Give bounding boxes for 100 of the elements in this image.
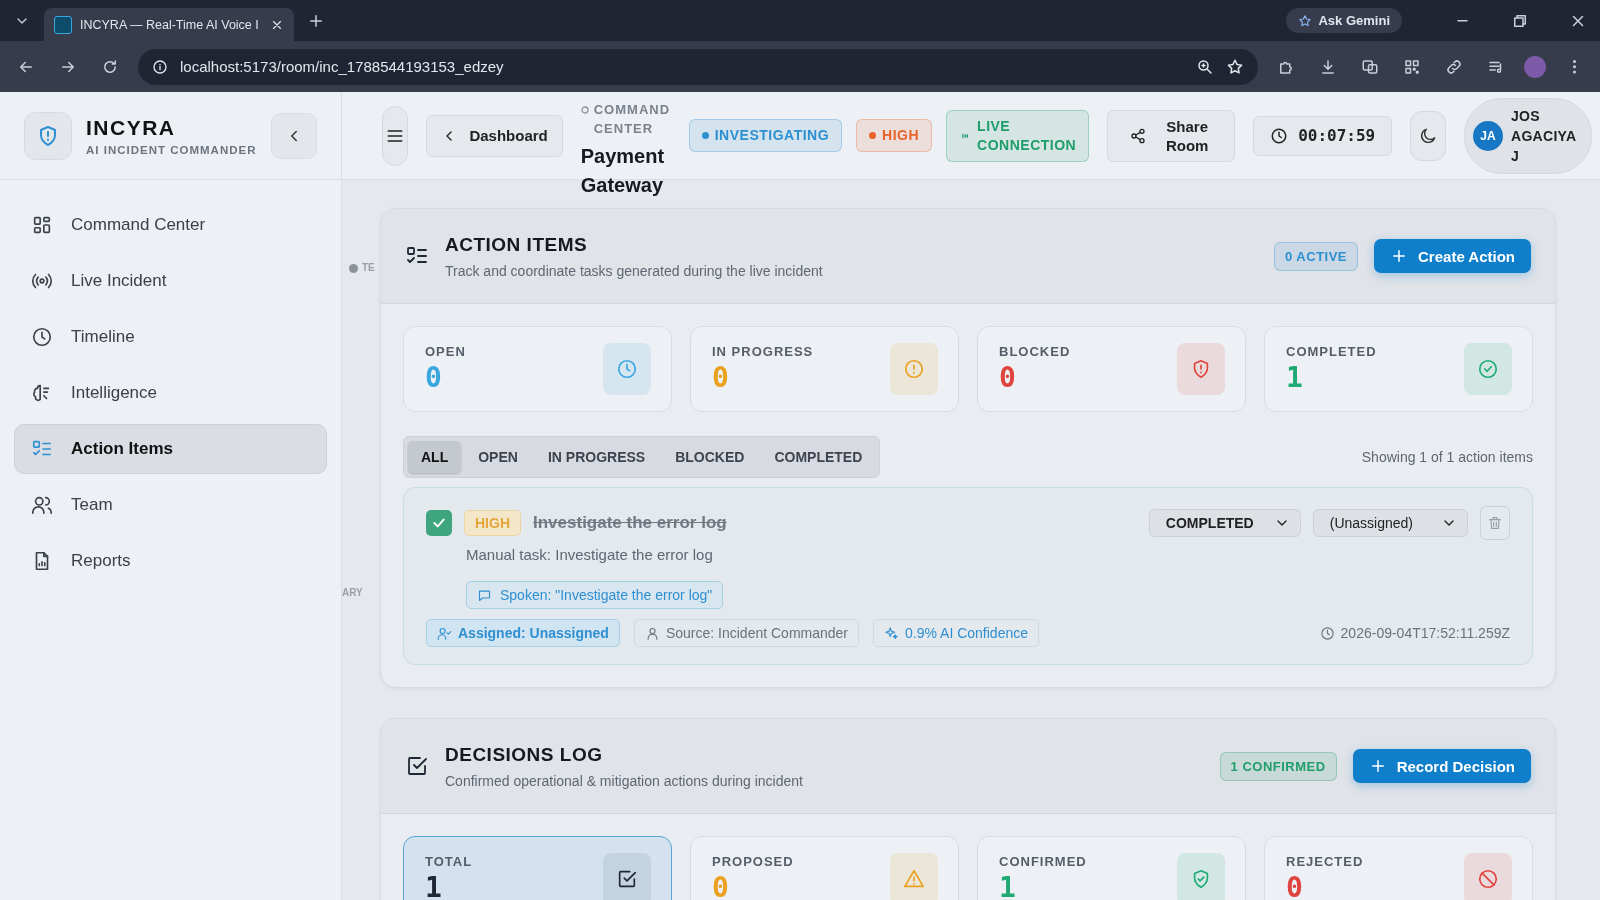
priority-badge: HIGH [464,510,521,536]
timestamp: 2026-09-04T17:52:11.259Z [1319,625,1510,641]
sparkle-icon [884,625,899,641]
record-decision-button[interactable]: Record Decision [1352,749,1531,783]
clock-icon [616,358,638,380]
stat-label: TOTAL [425,854,474,869]
source-tag: Source: Incident Commander [633,619,859,647]
status-badge: HIGH [856,119,933,152]
status-dropdown[interactable]: COMPLETED [1148,509,1301,537]
checkbox[interactable] [426,510,452,536]
confidence-tag: 0.9% AI Confidence [873,619,1039,647]
chat-icon [477,587,492,603]
qr-icon [1403,57,1421,76]
clock-icon [1270,126,1289,145]
stat-value: 0 [1286,871,1304,900]
address-bar[interactable]: localhost:5173/room/inc_1788544193153_edzey [138,48,1258,85]
stat-label: CONFIRMED [999,854,1088,869]
section-subtitle: Confirmed operational & mitigation actions during incident [445,772,804,789]
star-icon [1298,13,1313,28]
sidebar-item[interactable]: Intelligence [14,368,327,418]
dashboard-button[interactable]: Dashboard [426,114,563,157]
warning-icon [903,868,925,890]
minimize-icon [1457,19,1467,22]
section-subtitle: Track and coordinate tasks generated during the live incident [445,262,824,279]
clock-icon [31,326,53,348]
results-count: Showing 1 of 1 action items [1361,449,1533,465]
info-icon [152,58,168,75]
user-menu-button[interactable]: JA JOS AGACIYA J [1464,97,1592,174]
check-square-icon [616,868,638,890]
sidebar-item[interactable]: Timeline [14,312,327,362]
canvas-label: ARY [342,587,363,598]
filter-tab[interactable]: ALL [408,441,462,473]
transcript-quote: Spoken: "Investigate the error log" [466,581,724,609]
action-item-title: Investigate the error log [533,513,727,533]
brand-tagline: AI INCIDENT COMMANDER [86,143,257,156]
reload-icon [101,57,119,76]
user-check-icon [437,625,452,641]
filter-tab[interactable]: OPEN [465,441,531,473]
stat-label: OPEN [425,344,467,359]
share-icon [1130,127,1147,144]
status-badge: INVESTIGATING [688,119,843,152]
sidebar-item[interactable]: Live Incident [14,256,327,306]
link-icon [1445,57,1463,76]
ban-icon [1477,868,1499,890]
check-circle-icon [1477,358,1499,380]
filter-tab[interactable]: IN PROGRESS [534,441,659,473]
create-action-button[interactable]: Create Action [1374,239,1531,273]
sidebar-item[interactable]: Reports [14,536,327,586]
stat-value: 1 [425,871,443,900]
stat-value: 0 [712,361,730,394]
section-title: DECISIONS LOG [445,743,604,766]
share-room-button[interactable]: Share Room [1107,109,1236,162]
stat-label: BLOCKED [999,344,1072,359]
theme-toggle-button[interactable] [1410,110,1446,161]
status-dot [701,132,709,139]
stat-value: 1 [999,871,1017,900]
count-badge: 1 CONFIRMED [1219,751,1337,781]
grid-icon [31,214,53,236]
incident-title: Payment Gateway [580,144,666,198]
filter-tab[interactable]: BLOCKED [662,441,758,473]
people-icon [31,494,53,516]
brand-name: INCYRA [86,115,177,140]
assignee-dropdown[interactable]: (Unassigned) [1312,509,1468,537]
stat-value: 0 [999,361,1017,394]
stat-label: IN PROGRESS [712,344,815,359]
section-eyebrow: COMMAND CENTER [593,101,671,138]
stat-value: 0 [712,871,730,900]
graph-node [349,264,358,273]
canvas-label: TE [362,262,375,273]
translate-icon [1361,57,1379,76]
trash-icon [1487,515,1503,531]
dot-icon [580,106,589,114]
action-item-description: Manual task: Investigate the error log [466,546,714,563]
check-square-icon [405,754,429,778]
section-title: ACTION ITEMS [445,233,589,256]
more-icon [1572,59,1576,74]
status-badge: LIVE CONNECTION [946,109,1090,162]
sidebar-item[interactable]: Team [14,480,327,530]
stat-label: COMPLETED [1286,344,1378,359]
favicon-icon [54,15,72,34]
assistant-button[interactable]: Ask Gemini [1286,8,1402,33]
download-icon [1319,57,1337,76]
browser-tab[interactable]: INCYRA — Real-Time AI Voice I [44,8,294,41]
sidebar-item[interactable]: Action Items [14,424,327,474]
status-dot [869,132,877,139]
user-icon [644,625,660,641]
zoom-icon [1196,57,1214,76]
stat-label: REJECTED [1286,854,1365,869]
stat-value: 1 [1286,361,1304,394]
star-icon [1226,57,1244,76]
stat-value: 0 [425,361,443,394]
sidebar-item[interactable]: Command Center [14,200,327,250]
count-badge: 0 ACTIVE [1274,241,1359,271]
alert-icon [903,358,925,380]
filter-tab[interactable]: COMPLETED [761,441,876,473]
elapsed-timer: 00:07:59 [1253,115,1393,156]
stat-label: PROPOSED [712,854,795,869]
clock-icon [1319,625,1335,641]
assignee-tag: Assigned: Unassigned [426,619,620,647]
menu-button[interactable] [382,105,409,166]
